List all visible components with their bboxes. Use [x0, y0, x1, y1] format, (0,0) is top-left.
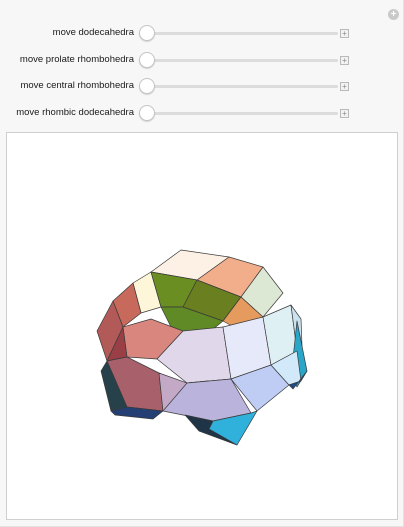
slider-label: move dodecahedra [52, 27, 134, 38]
plus-square-icon[interactable]: + [340, 56, 349, 65]
slider-track[interactable] [146, 32, 338, 35]
slider-thumb[interactable] [139, 52, 155, 68]
slider-thumb[interactable] [139, 105, 155, 121]
slider-thumb[interactable] [139, 25, 155, 41]
slider-row-prolate-rhombohedra: move prolate rhombohedra + [0, 51, 404, 71]
slider-row-dodecahedra: move dodecahedra + [0, 24, 404, 44]
control-panel: + move dodecahedra + move prolate rhombo… [0, 0, 404, 527]
slider-track[interactable] [146, 85, 338, 88]
slider-row-rhombic-dodecahedra: move rhombic dodecahedra + [0, 104, 404, 124]
slider-label: move central rhombohedra [20, 80, 134, 91]
slider-label: move rhombic dodecahedra [16, 107, 134, 118]
plus-square-icon[interactable]: + [340, 82, 349, 91]
slider-row-central-rhombohedra: move central rhombohedra + [0, 77, 404, 97]
plus-square-icon[interactable]: + [340, 109, 349, 118]
plus-circle-icon[interactable]: + [388, 9, 399, 20]
plus-square-icon[interactable]: + [340, 29, 349, 38]
slider-thumb[interactable] [139, 78, 155, 94]
slider-track[interactable] [146, 59, 338, 62]
3d-viewport[interactable] [6, 132, 398, 520]
slider-track[interactable] [146, 112, 338, 115]
polyhedron-graphic [96, 249, 308, 446]
slider-label: move prolate rhombohedra [19, 54, 134, 65]
